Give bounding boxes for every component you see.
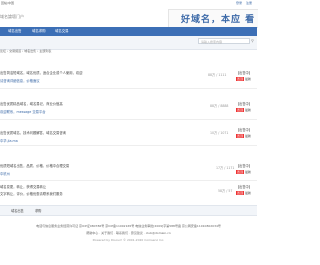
search-input[interactable]: 请输入搜索内容 (198, 38, 250, 44)
post-count: 10万 / 1071 (210, 131, 229, 135)
site-label: 回帖/中国 (1, 1, 15, 5)
search-icon[interactable]: ⚲ (251, 38, 254, 43)
post-title[interactable]: 域名变更，转让，获得交易转让 (0, 184, 46, 189)
post-last-date: 最新 (244, 191, 251, 195)
divider (0, 119, 257, 120)
banner-text: 好域名，本应 看 (181, 15, 256, 25)
post-last-date: 最新 (244, 134, 251, 138)
top-bar: 回帖/中国 登录 注册 (0, 0, 257, 8)
main-nav: 域名出售 域名求购 域名交易 (0, 27, 257, 36)
nav-item-trade[interactable]: 域名交易 (55, 27, 69, 36)
login-link[interactable]: 登录 (236, 1, 242, 5)
tab-buy[interactable]: 求购 (35, 208, 41, 213)
post-last-date: 最新 (244, 77, 251, 81)
footer-tabs: 域名出售 求购 (0, 205, 257, 216)
post-title[interactable]: 出售优质域名，技术问题解答，域名交易咨询 (0, 130, 66, 135)
status-badge: 置顶 (236, 77, 245, 81)
post-count: 88万 / 1111 (208, 73, 227, 77)
post-last-user: 【出售中】 (236, 71, 252, 75)
banner-ad[interactable]: 好域名，本应 看 (168, 9, 258, 28)
footer-license: 电话与信息服务业务经营许可证 京ICP证080786号 京ICP备1100216… (36, 224, 221, 228)
post-count: 17万 / 1171 (216, 166, 235, 170)
post-count: 88万 / 8888 (210, 104, 229, 108)
status-badge: 置顶 (236, 134, 245, 138)
post-title[interactable]: 出售简洁短域名，域名优质，适合企业或个人使用，欢迎 (0, 70, 82, 75)
post-subtitle[interactable]: 文字转让，评价，价格优惠请联系我们服务 (0, 191, 63, 196)
footer-powered: Powered by Discuz! © 2001-2020 Comsenz I… (92, 238, 165, 242)
post-subtitle[interactable]: 欢迎联系，message 交易平台 (0, 109, 46, 114)
post-title[interactable]: 出售优质精品域名，域名易记，商业价值高 (0, 101, 63, 106)
register-link[interactable]: 注册 (246, 1, 252, 5)
post-subtitle[interactable]: 中华.jia.ma (0, 138, 18, 143)
tab-sell[interactable]: 域名出售 (11, 208, 24, 213)
post-title[interactable]: 优质短域名出售，品质、价格、价格中合理交易 (0, 163, 69, 168)
post-last-date: 最新 (244, 108, 251, 112)
divider (0, 145, 257, 146)
post-last-user: 【出售中】 (236, 164, 252, 168)
site-logo[interactable]: 域名論壇门户 (0, 14, 24, 20)
nav-item-buy[interactable]: 域名求购 (32, 27, 46, 36)
post-subtitle[interactable]: 请咨询详细信息，价格面议 (0, 78, 40, 83)
status-badge: 置顶 (236, 170, 245, 174)
breadcrumb: 论坛 › 交易频道 › 域名出售 › 主题列表 (0, 49, 52, 53)
post-last-date: 最新 (244, 170, 251, 174)
post-last-user: 【出售中】 (236, 185, 252, 189)
footer-links[interactable]: 帮助中心 · 关于我们 · 联系我们 · 意见建议 · club@domain.… (0, 231, 257, 235)
divider (0, 88, 257, 89)
post-subtitle[interactable]: 中杭州 (0, 171, 10, 176)
status-badge: 置顶 (236, 191, 245, 195)
nav-item-sell[interactable]: 域名出售 (8, 27, 22, 36)
status-badge: 置顶 (236, 108, 245, 112)
post-count: 58万 / 57 (218, 189, 233, 193)
divider (0, 180, 257, 181)
post-last-user: 【出售中】 (236, 102, 252, 106)
post-last-user: 【出售中】 (236, 128, 252, 132)
